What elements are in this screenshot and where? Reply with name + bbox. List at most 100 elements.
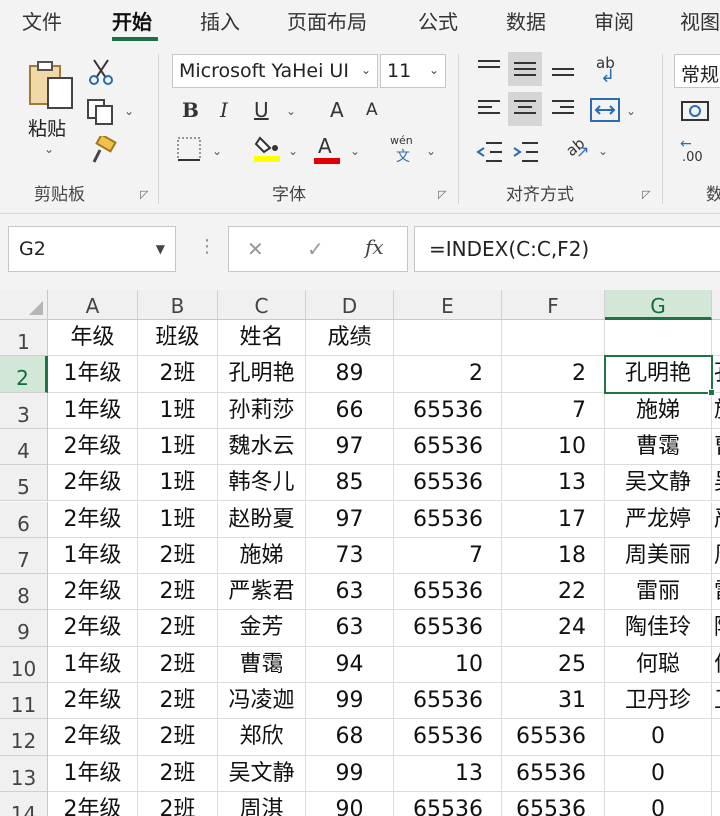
cell-a14[interactable]: 2年级 [48,791,138,816]
cell-f10[interactable]: 25 [502,646,605,683]
cell-g7[interactable]: 周美丽 [605,537,712,575]
shrink-font-button[interactable]: A [366,102,378,119]
row-header-9[interactable]: 9 [0,610,48,647]
align-bottom-button[interactable] [546,52,580,86]
increase-indent-icon[interactable] [512,140,540,164]
cell-b3[interactable]: 1班 [138,392,218,429]
cell-g1[interactable] [605,320,712,357]
cell-d14[interactable]: 90 [306,791,394,816]
align-right-button[interactable] [546,92,580,126]
cell-a6[interactable]: 2年级 [48,501,138,538]
cell-e3[interactable]: 65536 [394,392,502,429]
font-color-dropdown-icon[interactable]: ⌄ [350,144,360,158]
row-header-1[interactable]: 1 [0,320,48,357]
underline-button[interactable]: U [254,100,269,120]
cell-h9[interactable]: 陶 [712,610,720,647]
column-header-d[interactable]: D [306,290,394,320]
cell-e1[interactable] [394,320,502,357]
cell-g5[interactable]: 吴文静 [605,465,712,502]
cell-a7[interactable]: 1年级 [48,537,138,575]
cell-c4[interactable]: 魏水云 [218,428,306,466]
cell-f14[interactable]: 65536 [502,791,605,816]
cell-d2[interactable]: 89 [306,356,394,393]
row-header-4[interactable]: 4 [0,428,48,466]
cell-b2[interactable]: 2班 [138,356,218,393]
tab-view[interactable]: 视图 [680,6,720,35]
cell-a3[interactable]: 1年级 [48,392,138,429]
orientation-button[interactable]: ab ↗ [562,134,596,166]
cell-c10[interactable]: 曹霭 [218,646,306,683]
cell-h8[interactable]: 雷 [712,574,720,611]
bold-button[interactable]: B [182,100,199,120]
insert-function-icon[interactable]: fx [365,235,384,259]
font-name-select[interactable]: Microsoft YaHei UI ⌄ [172,54,378,88]
cell-e4[interactable]: 65536 [394,428,502,466]
phonetic-guide-button[interactable]: wén 文 [388,132,422,166]
cell-a10[interactable]: 1年级 [48,646,138,683]
number-format-select[interactable]: 常规 [674,54,720,88]
cell-c5[interactable]: 韩冬儿 [218,465,306,502]
cell-b8[interactable]: 2班 [138,574,218,611]
cell-h14[interactable] [712,792,720,816]
paste-dropdown-icon[interactable]: ⌄ [44,142,54,156]
cell-g10[interactable]: 何聪 [605,646,712,683]
increase-decimal-button[interactable]: ← .00 [680,136,714,168]
cell-f3[interactable]: 7 [502,392,605,429]
cell-e14[interactable]: 65536 [394,791,502,816]
cell-a1[interactable]: 年级 [48,320,138,357]
cell-d9[interactable]: 63 [306,610,394,647]
cell-h3[interactable]: 施 [712,393,720,429]
tab-home[interactable]: 开始 [112,6,152,35]
paste-button[interactable]: 粘贴 ⌄ [22,54,78,164]
fill-handle[interactable] [708,388,715,396]
cell-g2[interactable]: 孔明艳 [605,356,712,393]
align-top-button[interactable] [472,52,506,86]
cell-b14[interactable]: 2班 [138,791,218,816]
cell-a13[interactable]: 1年级 [48,755,138,792]
cell-b11[interactable]: 2班 [138,683,218,720]
cell-d10[interactable]: 94 [306,646,394,683]
cell-g12[interactable]: 0 [605,719,712,756]
cell-e12[interactable]: 65536 [394,719,502,756]
tab-formulas[interactable]: 公式 [418,6,458,35]
cell-f6[interactable]: 17 [502,501,605,538]
column-header-a[interactable]: A [48,290,138,320]
cell-e6[interactable]: 65536 [394,501,502,538]
tab-insert[interactable]: 插入 [200,6,240,35]
row-header-3[interactable]: 3 [0,392,48,429]
cell-f8[interactable]: 22 [502,574,605,611]
borders-icon[interactable] [176,136,202,162]
font-size-select[interactable]: 11 ⌄ [380,54,446,88]
fill-color-button[interactable] [252,134,282,166]
copy-icon[interactable] [86,98,116,126]
row-header-7[interactable]: 7 [0,537,48,575]
cell-d3[interactable]: 66 [306,392,394,429]
clipboard-launcher-icon[interactable]: ◸ [140,188,148,201]
cell-b7[interactable]: 2班 [138,537,218,575]
cell-c6[interactable]: 赵盼夏 [218,501,306,538]
cell-g8[interactable]: 雷丽 [605,574,712,611]
cell-g14[interactable]: 0 [605,791,712,816]
underline-dropdown-icon[interactable]: ⌄ [286,104,296,118]
phonetic-dropdown-icon[interactable]: ⌄ [426,144,436,158]
align-middle-button[interactable] [508,52,542,86]
cell-g11[interactable]: 卫丹珍 [605,683,712,720]
cell-e10[interactable]: 10 [394,646,502,683]
column-header-e[interactable]: E [394,290,502,320]
row-header-10[interactable]: 10 [0,646,48,683]
cell-d7[interactable]: 73 [306,537,394,575]
column-header-h[interactable] [712,290,720,320]
tab-review[interactable]: 审阅 [594,6,634,35]
cell-b13[interactable]: 2班 [138,755,218,792]
row-header-13[interactable]: 13 [0,755,48,792]
cell-a5[interactable]: 2年级 [48,465,138,502]
cell-c7[interactable]: 施娣 [218,537,306,575]
column-header-g[interactable]: G [605,290,712,320]
cell-a8[interactable]: 2年级 [48,574,138,611]
row-header-11[interactable]: 11 [0,683,48,720]
cell-h1[interactable] [712,320,720,357]
name-box[interactable]: G2 ▼ [8,226,176,272]
cell-b10[interactable]: 2班 [138,646,218,683]
cell-e9[interactable]: 65536 [394,610,502,647]
cell-e2[interactable]: 2 [394,356,502,393]
